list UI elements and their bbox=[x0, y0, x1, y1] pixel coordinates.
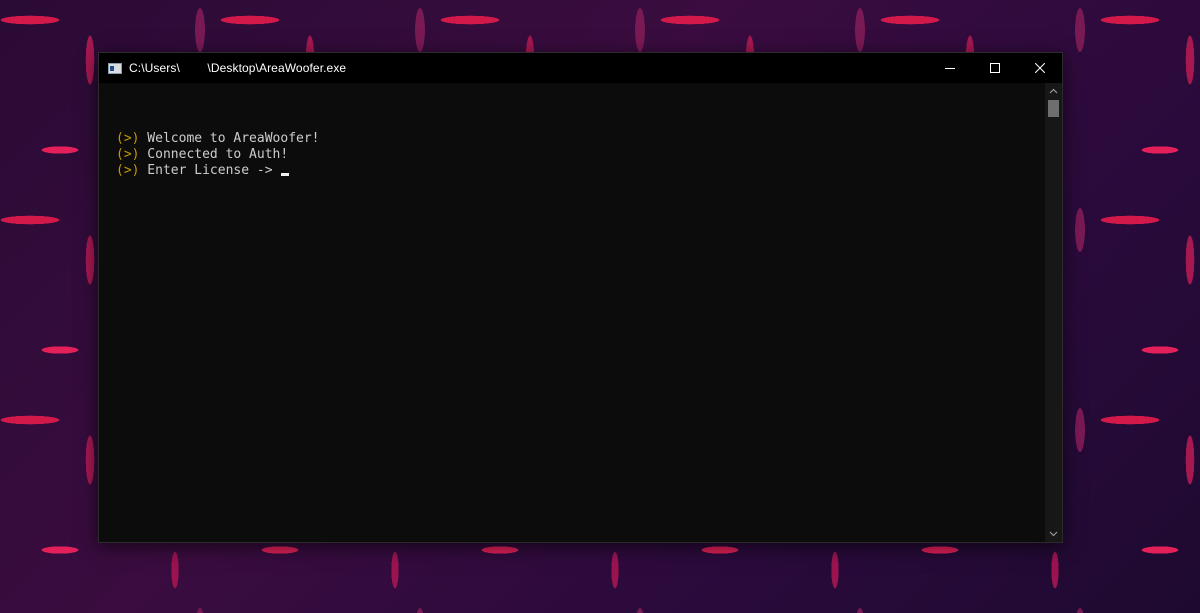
title-bar[interactable]: C:\Users\ \Desktop\AreaWoofer.exe bbox=[99, 53, 1062, 83]
scroll-down-arrow-icon bbox=[1049, 531, 1058, 537]
scroll-up-arrow-icon bbox=[1049, 88, 1058, 94]
console-line-license-input[interactable]: (>) Enter License -> bbox=[116, 163, 320, 179]
console-output[interactable]: (>) Welcome to AreaWoofer! (>) Connected… bbox=[99, 83, 1045, 542]
minimize-button[interactable] bbox=[927, 53, 972, 83]
vertical-scrollbar[interactable] bbox=[1045, 83, 1062, 542]
scroll-up-button[interactable] bbox=[1045, 83, 1062, 99]
prompt-marker: (>) bbox=[116, 163, 140, 178]
window-title-path-end: \Desktop\AreaWoofer.exe bbox=[207, 61, 347, 75]
console-line-connected: (>) Connected to Auth! bbox=[116, 147, 320, 163]
console-line-text: Welcome to AreaWoofer! bbox=[139, 131, 320, 146]
console-line-welcome: (>) Welcome to AreaWoofer! bbox=[116, 131, 320, 147]
prompt-marker: (>) bbox=[116, 131, 140, 146]
console-line-text: Connected to Auth! bbox=[139, 147, 289, 162]
close-icon bbox=[1034, 63, 1045, 73]
scroll-down-button[interactable] bbox=[1045, 526, 1062, 542]
console-line-text: Enter License -> bbox=[139, 163, 281, 178]
maximize-button[interactable] bbox=[972, 53, 1017, 83]
close-button[interactable] bbox=[1017, 53, 1062, 83]
window-title: C:\Users\ \Desktop\AreaWoofer.exe bbox=[129, 61, 346, 75]
window-title-redacted bbox=[180, 61, 207, 75]
console-lines: (>) Welcome to AreaWoofer! (>) Connected… bbox=[116, 131, 320, 179]
text-cursor bbox=[281, 173, 290, 176]
window-title-path-start: C:\Users\ bbox=[129, 61, 180, 75]
minimize-icon bbox=[944, 68, 955, 69]
window-controls bbox=[927, 53, 1062, 83]
scroll-thumb[interactable] bbox=[1048, 100, 1059, 117]
console-app-icon[interactable] bbox=[108, 62, 122, 74]
console-window: C:\Users\ \Desktop\AreaWoofer.exe (>) We… bbox=[98, 52, 1063, 543]
prompt-marker: (>) bbox=[116, 147, 140, 162]
maximize-icon bbox=[989, 63, 1000, 73]
